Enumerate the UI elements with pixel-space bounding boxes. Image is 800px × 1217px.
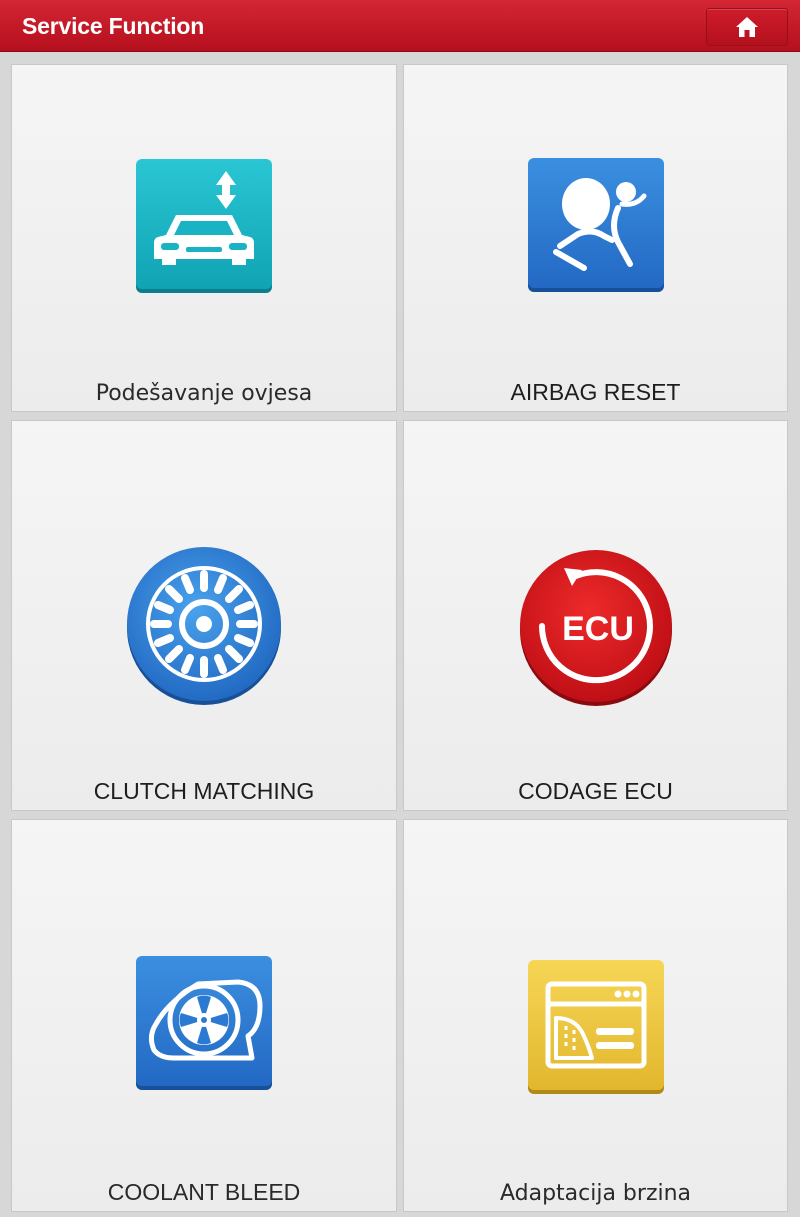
home-icon	[736, 17, 758, 37]
ecu-icon-text: ECU	[562, 610, 634, 648]
tile-label: Podešavanje ovjesa	[95, 381, 313, 406]
tile-label: COOLANT BLEED	[107, 1179, 301, 1205]
tile-speed-adaptation[interactable]: Adaptacija brzina	[403, 819, 788, 1212]
clutch-disc-icon	[127, 547, 281, 705]
tile-suspension[interactable]: Podešavanje ovjesa	[11, 64, 397, 412]
tile-label: CODAGE ECU	[518, 778, 673, 804]
throttle-window-icon	[527, 960, 664, 1094]
airbag-icon	[527, 158, 664, 292]
tile-label: AIRBAG RESET	[510, 379, 681, 405]
home-button[interactable]	[706, 8, 788, 46]
tile-label: CLUTCH MATCHING	[93, 778, 315, 804]
tile-codage-ecu[interactable]: ECU CODAGE ECU	[403, 420, 788, 811]
tile-airbag-reset[interactable]: AIRBAG RESET	[403, 64, 788, 412]
title-bar: Service Function	[0, 0, 800, 52]
tile-clutch-matching[interactable]: CLUTCH MATCHING	[11, 420, 397, 811]
page-title: Service Function	[22, 13, 205, 39]
suspension-car-icon	[136, 159, 272, 293]
coolant-fan-icon	[136, 956, 272, 1090]
tile-coolant-bleed[interactable]: COOLANT BLEED	[11, 819, 397, 1212]
tile-label: Adaptacija brzina	[499, 1181, 692, 1206]
ecu-reset-icon: ECU	[519, 550, 672, 706]
